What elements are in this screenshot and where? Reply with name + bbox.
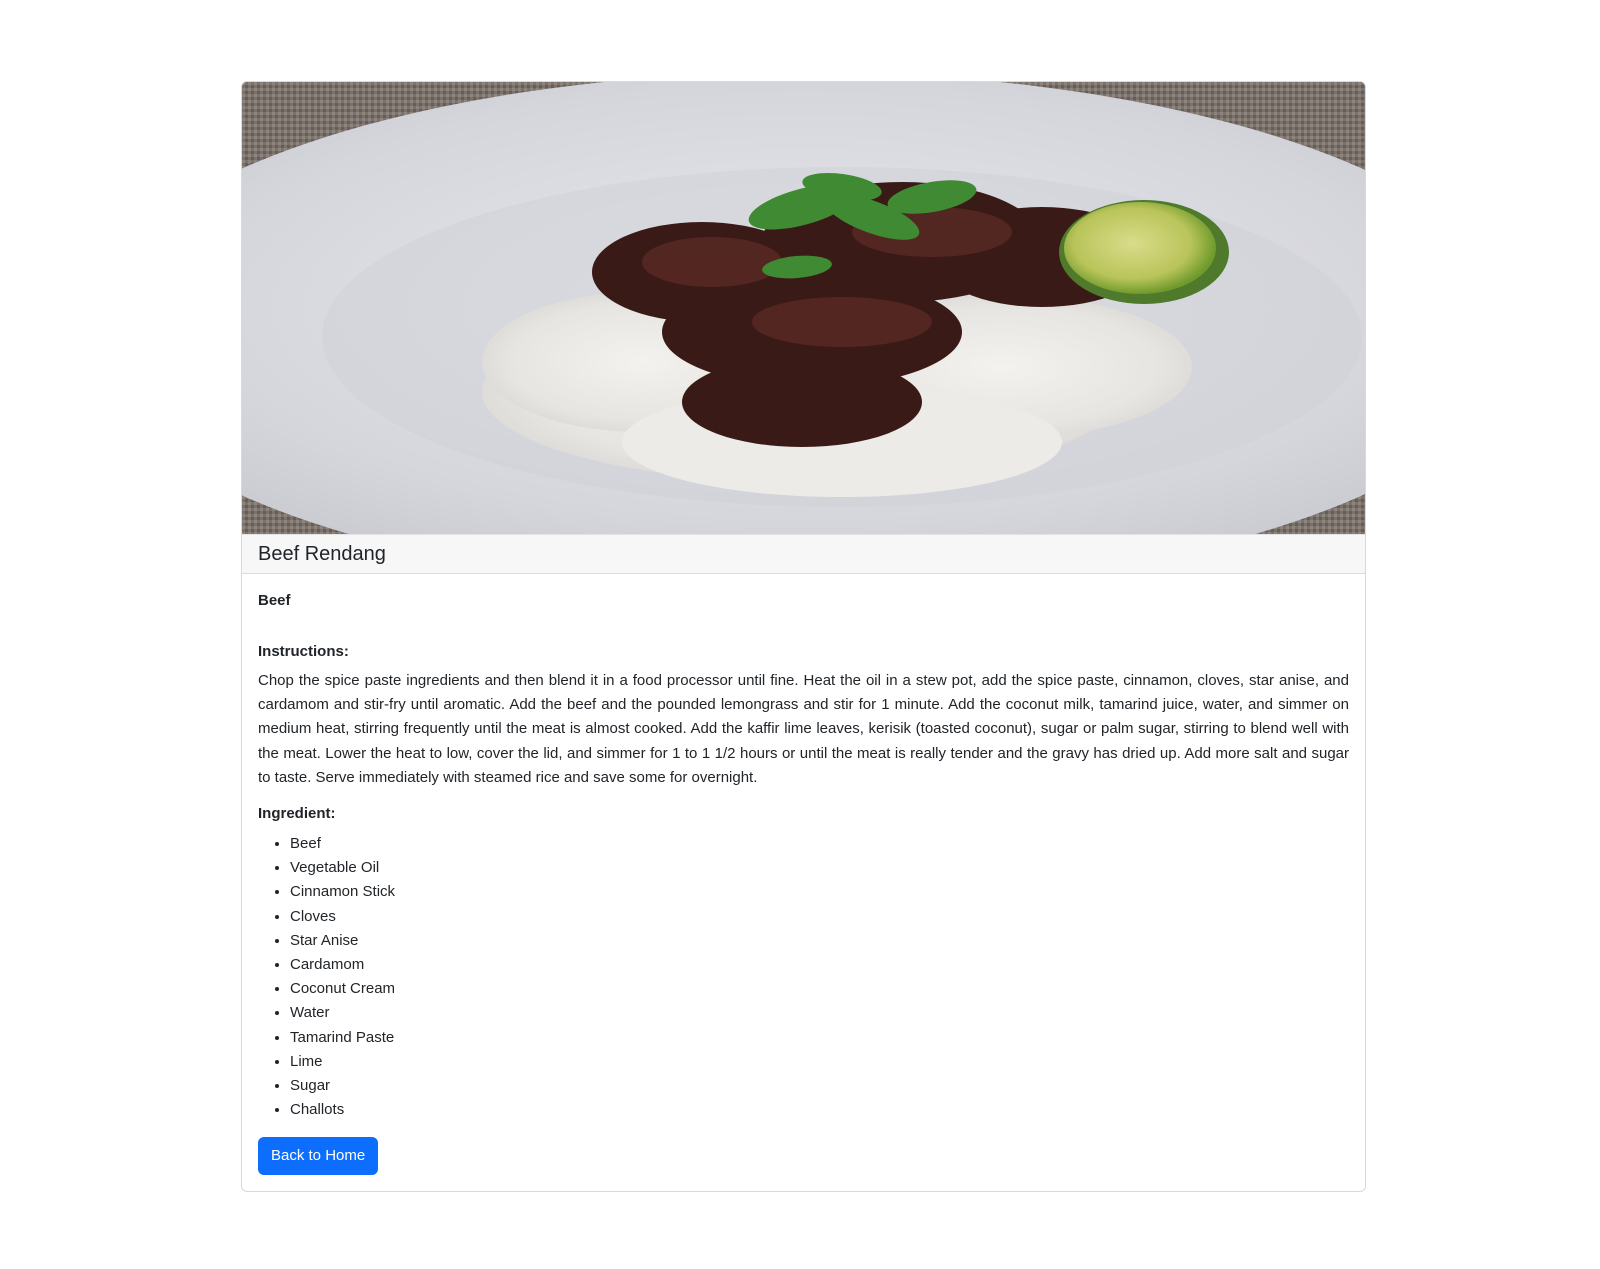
ingredient-item: Star Anise <box>290 929 1349 953</box>
ingredient-item: Coconut Cream <box>290 977 1349 1001</box>
recipe-image <box>242 82 1365 534</box>
instructions-text: Chop the spice paste ingredients and the… <box>258 672 1349 786</box>
recipe-title: Beef Rendang <box>258 542 386 565</box>
ingredient-item: Beef <box>290 832 1349 856</box>
recipe-body: Beef Instructions: Chop the spice paste … <box>242 574 1365 1191</box>
ingredient-item: Cardamom <box>290 953 1349 977</box>
recipe-photo-illustration <box>242 82 1365 534</box>
recipe-card: Beef Rendang Beef Instructions: Chop the… <box>241 81 1366 1193</box>
ingredient-item: Vegetable Oil <box>290 856 1349 880</box>
ingredients-label: Ingredient: <box>258 805 336 823</box>
ingredient-item: Sugar <box>290 1074 1349 1098</box>
ingredient-item: Water <box>290 1001 1349 1025</box>
instructions-label: Instructions: <box>258 643 349 660</box>
ingredient-list: Beef Vegetable Oil Cinnamon Stick Cloves… <box>258 832 1349 1122</box>
ingredient-item: Cloves <box>290 905 1349 929</box>
ingredient-item: Tamarind Paste <box>290 1026 1349 1050</box>
recipe-category: Beef <box>258 592 291 609</box>
ingredient-item: Lime <box>290 1050 1349 1074</box>
ingredient-item: Challots <box>290 1098 1349 1122</box>
ingredient-item: Cinnamon Stick <box>290 880 1349 904</box>
recipe-header: Beef Rendang <box>242 534 1365 574</box>
back-to-home-button[interactable]: Back to Home <box>258 1137 379 1176</box>
